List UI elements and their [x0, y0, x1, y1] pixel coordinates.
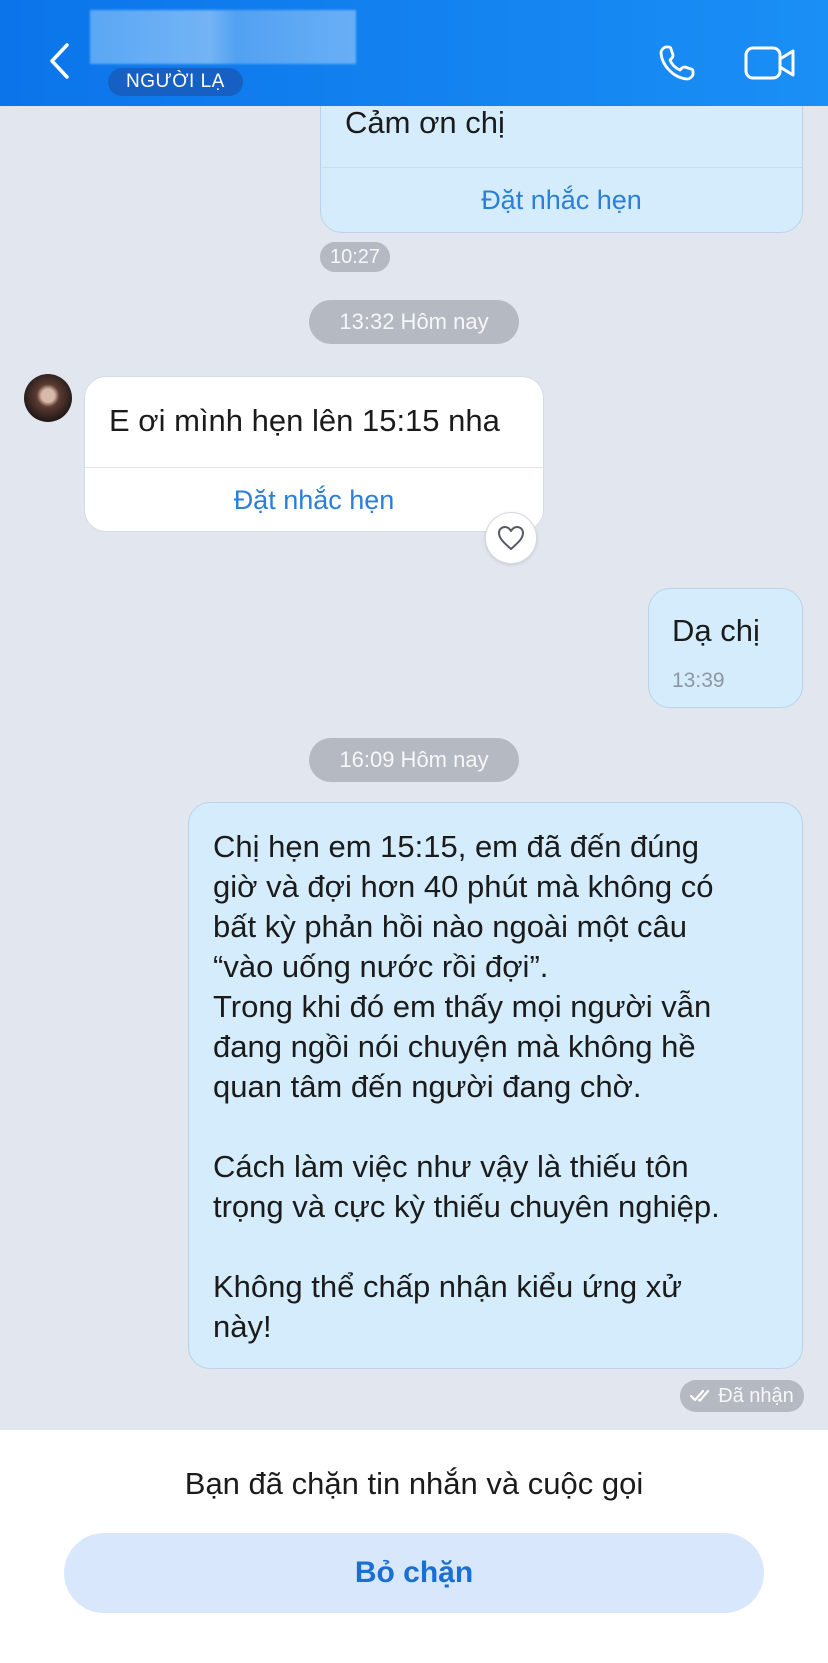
- blocked-notice: Bạn đã chặn tin nhắn và cuộc gọi: [184, 1466, 644, 1501]
- video-call-button[interactable]: [742, 38, 798, 88]
- double-check-icon: [690, 1389, 710, 1402]
- set-reminder-link[interactable]: Đặt nhắc hẹn: [321, 185, 802, 216]
- contact-name-blurred[interactable]: [90, 10, 356, 64]
- message-time: 10:27: [320, 242, 390, 272]
- message-bubble-outgoing[interactable]: Chị hẹn em 15:15, em đã đến đúng giờ và …: [188, 802, 803, 1369]
- set-reminder-link[interactable]: Đặt nhắc hẹn: [85, 485, 543, 516]
- blocked-footer: Bạn đã chặn tin nhắn và cuộc gọi Bỏ chặn: [0, 1430, 828, 1663]
- received-status-badge: Đã nhận: [680, 1380, 804, 1412]
- message-bubble-incoming[interactable]: E ơi mình hẹn lên 15:15 nha Đặt nhắc hẹn: [84, 376, 544, 532]
- bubble-divider: [321, 167, 802, 168]
- date-separator: 13:32 Hôm nay: [309, 300, 519, 344]
- video-camera-icon: [744, 46, 795, 80]
- voice-call-button[interactable]: [652, 38, 702, 88]
- message-text: Dạ chị: [672, 613, 760, 648]
- message-time: 13:39: [672, 669, 725, 692]
- unblock-button[interactable]: Bỏ chặn: [64, 1533, 764, 1613]
- bubble-divider: [85, 467, 543, 468]
- message-text: Cảm ơn chị: [345, 105, 505, 140]
- message-bubble-outgoing[interactable]: Dạ chị 13:39: [648, 588, 803, 708]
- message-text: Chị hẹn em 15:15, em đã đến đúng giờ và …: [213, 829, 720, 1344]
- message-text: E ơi mình hẹn lên 15:15 nha: [109, 403, 500, 438]
- date-separator: 16:09 Hôm nay: [309, 738, 519, 782]
- chevron-left-icon: [50, 43, 69, 79]
- react-heart-button[interactable]: [485, 512, 537, 564]
- received-status-text: Đã nhận: [718, 1385, 794, 1407]
- avatar[interactable]: [24, 374, 72, 422]
- heart-icon: [498, 526, 524, 550]
- back-button[interactable]: [34, 36, 84, 86]
- phone-icon: [659, 45, 695, 81]
- stranger-badge: NGƯỜI LẠ: [108, 68, 243, 96]
- chat-header: NGƯỜI LẠ: [0, 0, 828, 106]
